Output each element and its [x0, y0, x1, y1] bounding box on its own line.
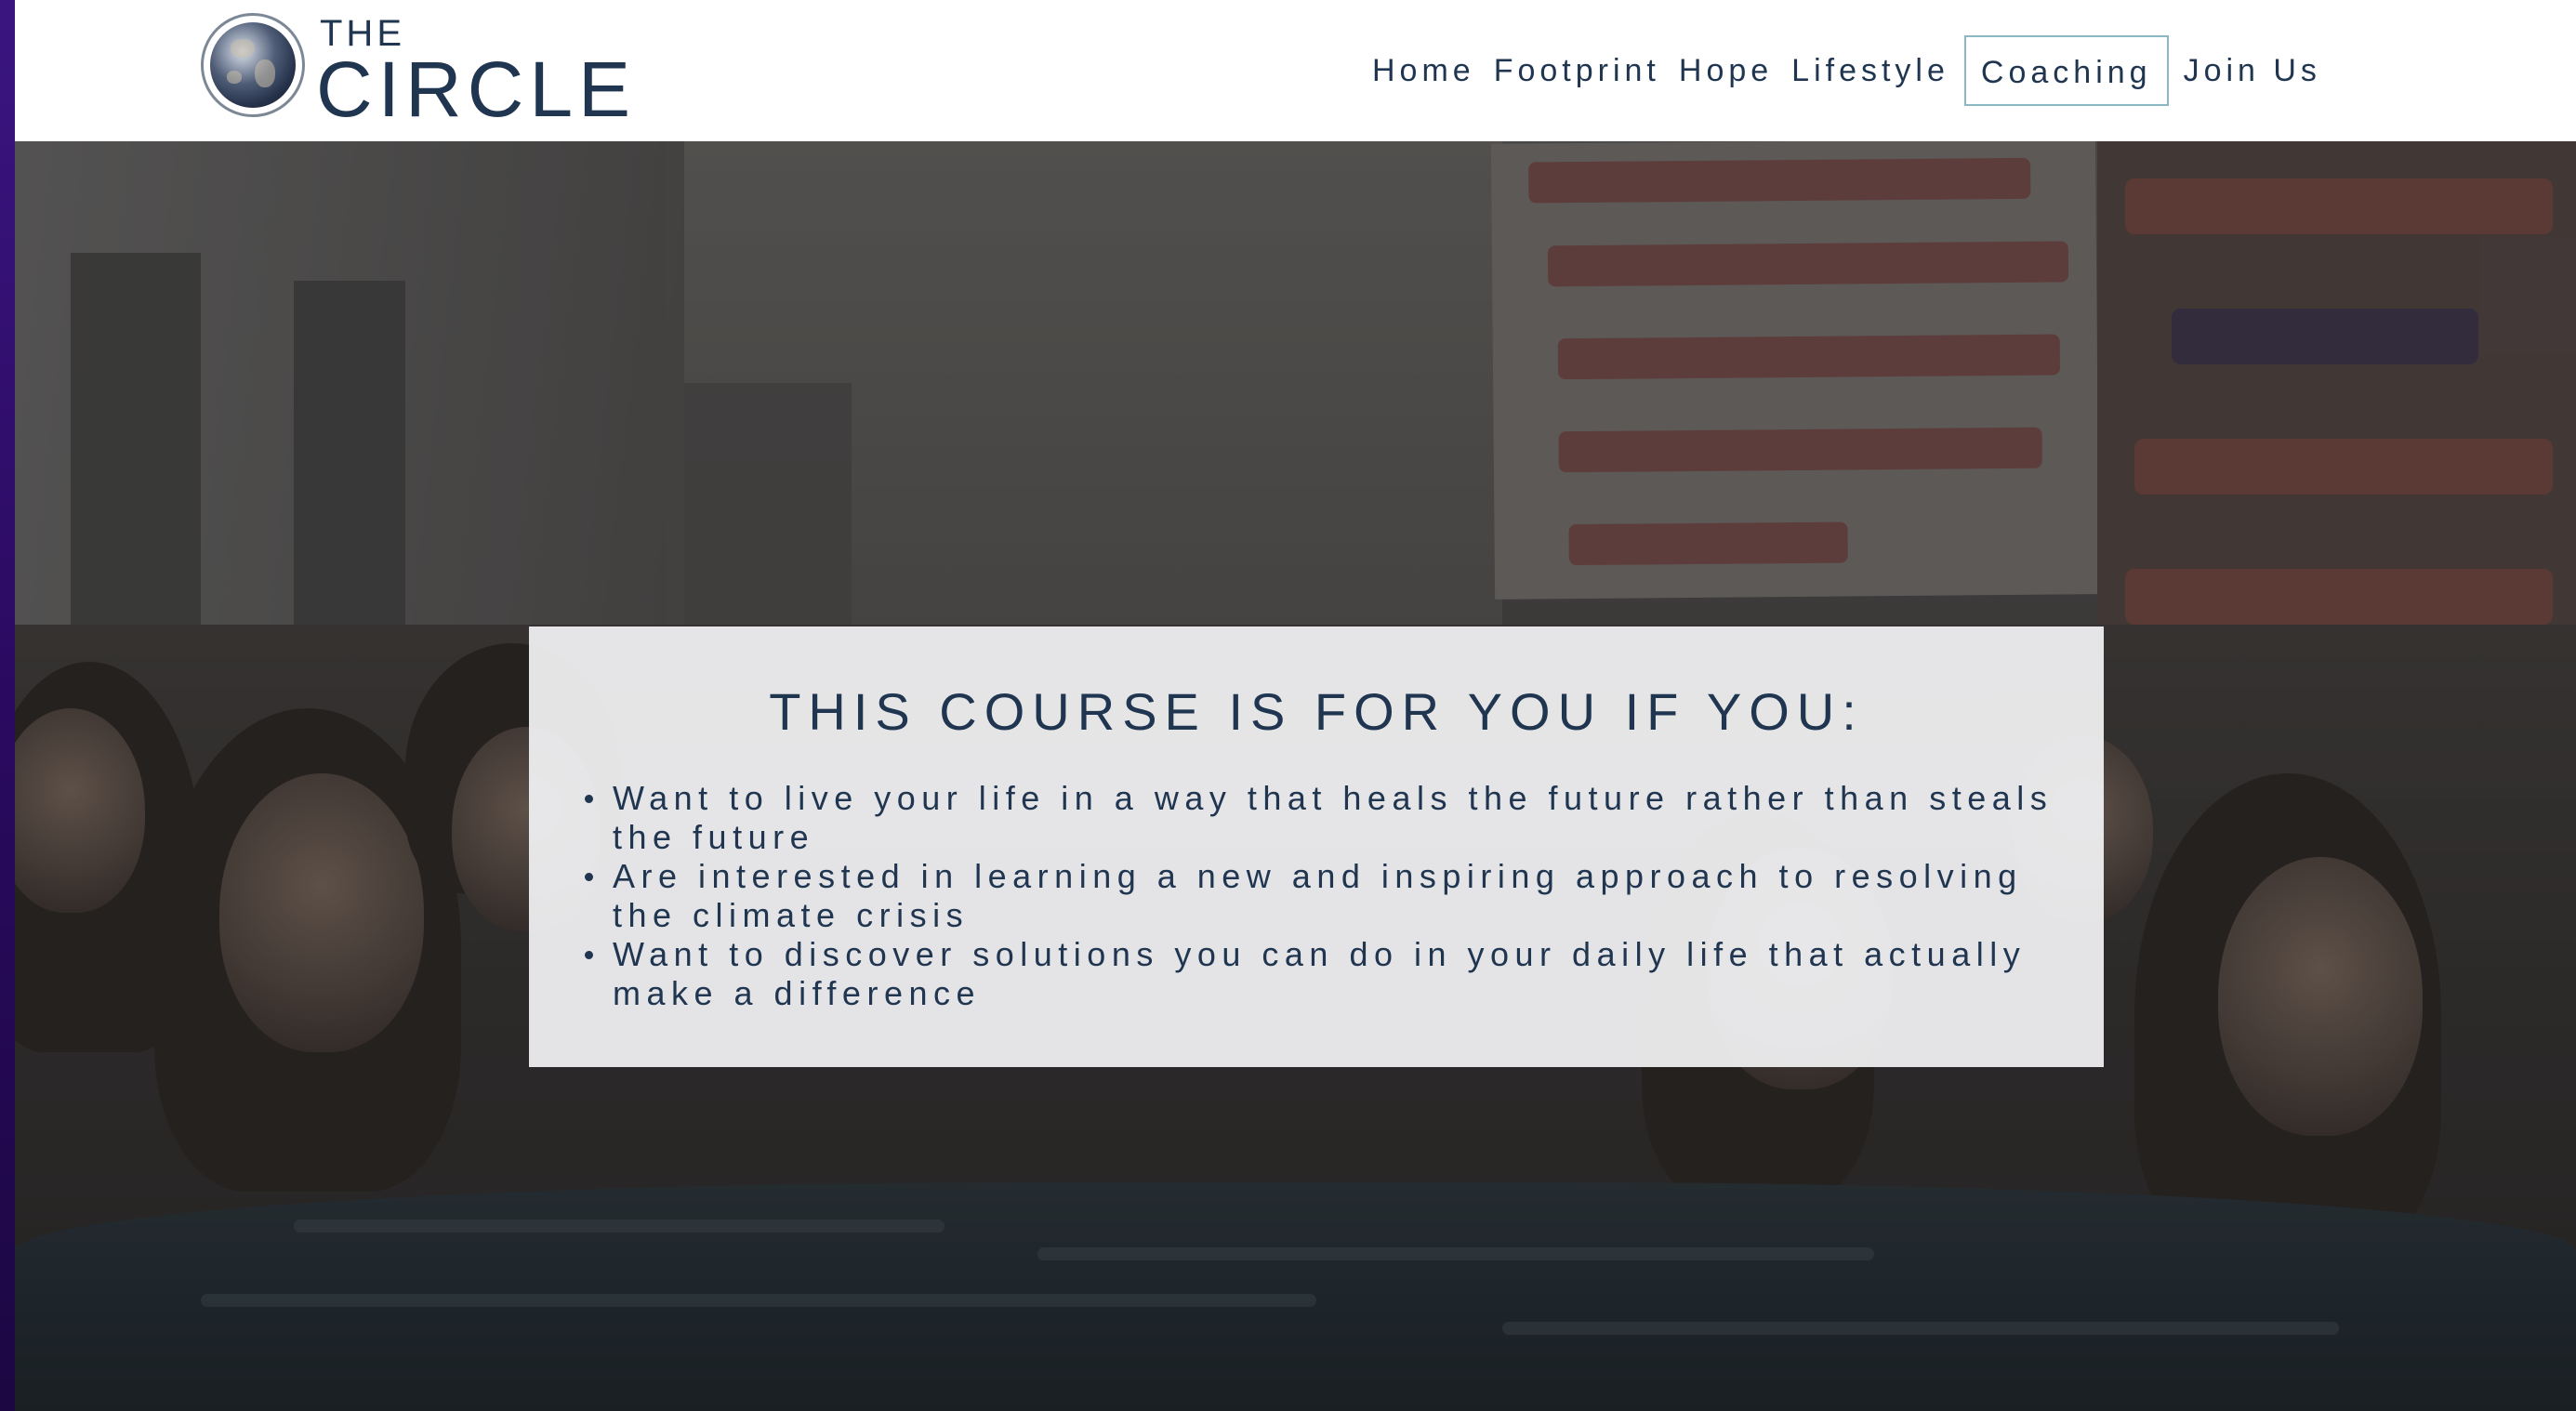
nav-hope[interactable]: Hope — [1670, 35, 1782, 106]
site-header: THE CIRCLE Home Footprint Hope Lifestyle… — [15, 0, 2576, 141]
bullet-dot-icon — [585, 795, 593, 803]
panel-title: THIS COURSE IS FOR YOU IF YOU: — [769, 682, 1864, 741]
list-item: Want to live your life in a way that hea… — [585, 779, 2076, 857]
nav-lifestyle[interactable]: Lifestyle — [1782, 35, 1959, 106]
globe-icon — [201, 13, 305, 117]
nav-footprint[interactable]: Footprint — [1485, 35, 1670, 106]
main-nav: Home Footprint Hope Lifestyle Coaching J… — [1363, 35, 2331, 106]
list-item-text: Want to discover solutions you can do in… — [613, 935, 2027, 1012]
list-item-text: Want to live your life in a way that hea… — [613, 779, 2054, 856]
list-item: Want to discover solutions you can do in… — [585, 935, 2076, 1013]
hero-section: THIS COURSE IS FOR YOU IF YOU: Want to l… — [15, 141, 2576, 1411]
window-edge — [0, 0, 15, 1411]
bullet-dot-icon — [585, 873, 593, 881]
list-item: Are interested in learning a new and ins… — [585, 857, 2076, 935]
nav-home[interactable]: Home — [1363, 35, 1485, 106]
course-criteria-list: Want to live your life in a way that hea… — [585, 779, 2076, 1013]
nav-join-us[interactable]: Join Us — [2174, 35, 2331, 106]
list-item-text: Are interested in learning a new and ins… — [613, 857, 2023, 934]
site-logo[interactable]: THE CIRCLE — [201, 13, 630, 128]
bullet-dot-icon — [585, 951, 593, 959]
course-info-panel: THIS COURSE IS FOR YOU IF YOU: Want to l… — [529, 626, 2104, 1067]
logo-text-circle: CIRCLE — [316, 46, 637, 133]
nav-coaching[interactable]: Coaching — [1963, 35, 2169, 106]
